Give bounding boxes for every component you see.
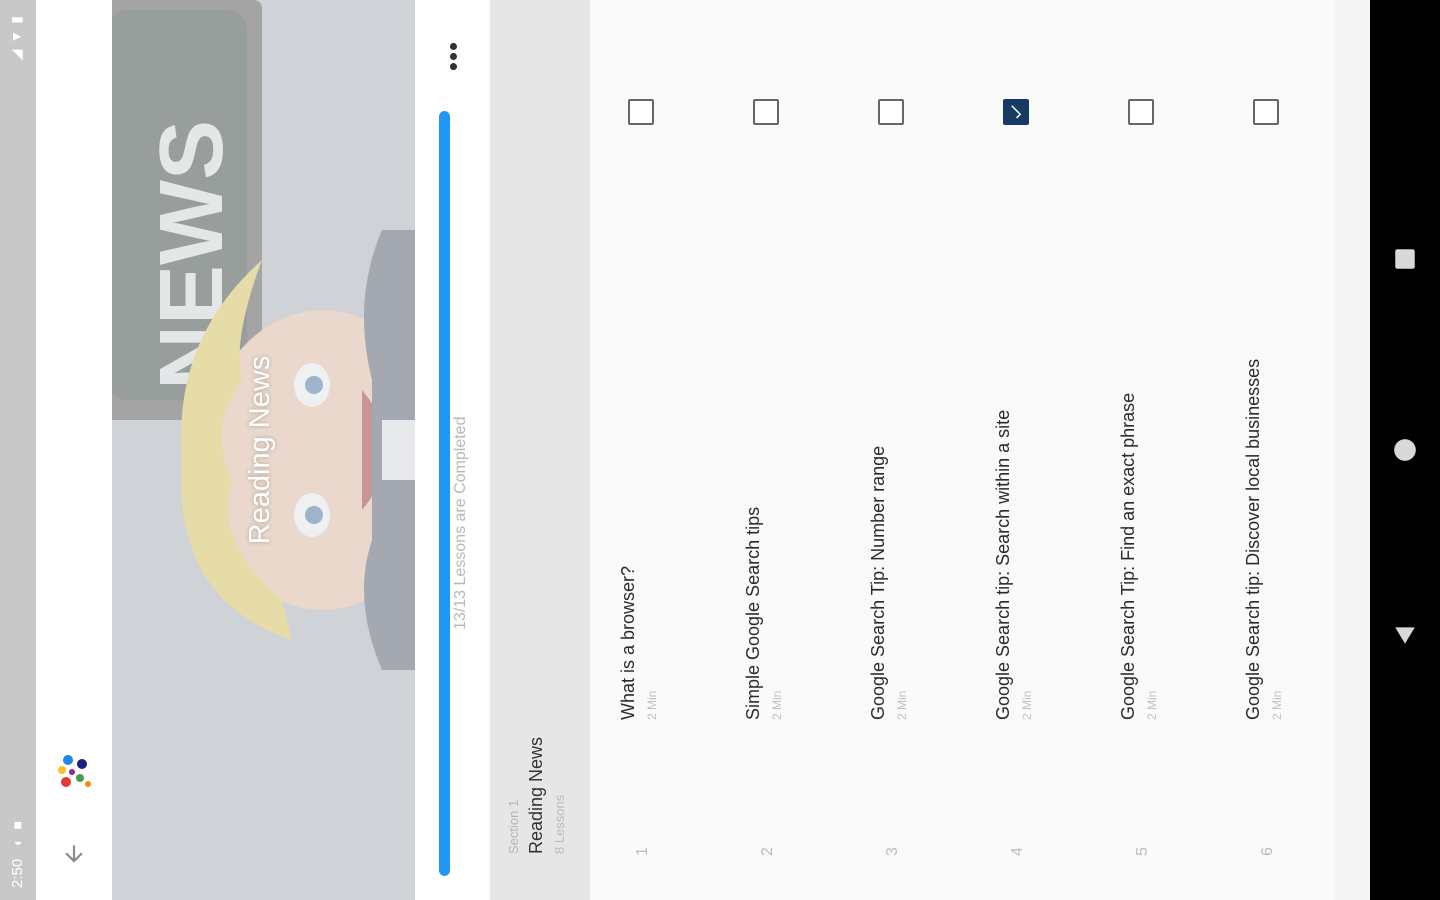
- lesson-row[interactable]: 6 Google Search tip: Discover local busi…: [1215, 0, 1341, 900]
- lesson-title: Simple Google Search tips: [743, 506, 763, 720]
- nav-back-button[interactable]: [1390, 620, 1420, 650]
- more-options-button[interactable]: •••: [435, 38, 471, 74]
- lesson-checkbox[interactable]: [1128, 99, 1154, 125]
- screen: 2:50 ◐■ ◢▼▮ Reading News 13/13 Lessons a…: [0, 0, 1440, 900]
- lesson-row[interactable]: 1 What is a browser? 2 Min: [590, 0, 716, 900]
- lesson-title: Google Search tip: Search within a site: [993, 409, 1013, 720]
- lesson-row[interactable]: 5 Google Search Tip: Find an exact phras…: [1090, 0, 1216, 900]
- lesson-title: Google Search tip: Discover local busine…: [1243, 358, 1263, 720]
- status-time: 2:50: [9, 858, 26, 888]
- app-bar: [36, 0, 112, 900]
- status-system-icons: ◢▼▮: [8, 10, 25, 60]
- lesson-duration: 2 Min: [645, 690, 659, 720]
- app-logo: [54, 748, 96, 794]
- lesson-checkbox[interactable]: [878, 99, 904, 125]
- lesson-number: 3: [884, 847, 901, 856]
- lesson-number: 5: [1134, 847, 1151, 856]
- lesson-row[interactable]: 2 Simple Google Search tips 2 Min: [715, 0, 841, 900]
- system-nav-bar: [1370, 0, 1440, 900]
- lesson-duration: 2 Min: [1020, 690, 1034, 720]
- signal-icon: ◢: [8, 43, 24, 61]
- lesson-duration: 2 Min: [895, 690, 909, 720]
- lesson-duration: 2 Min: [1145, 690, 1159, 720]
- wifi-icon: ▼: [8, 23, 24, 44]
- rotated-content: 2:50 ◐■ ◢▼▮ Reading News 13/13 Lessons a…: [0, 0, 1440, 900]
- lesson-duration: 2 Min: [1270, 690, 1284, 720]
- progress-bar: [439, 111, 450, 876]
- arrow-back-icon: [65, 845, 83, 863]
- lesson-row[interactable]: 4 Google Search tip: Search within a sit…: [965, 0, 1091, 900]
- section-lesson-count: 8 Lessons: [552, 794, 567, 854]
- lesson-number: 1: [634, 847, 651, 856]
- hero-title: Reading News: [244, 355, 276, 545]
- section-header[interactable]: Section 1 Reading News 8 Lessons: [490, 0, 590, 900]
- list-end-spacer: [1335, 0, 1369, 900]
- recents-square-icon: [1395, 249, 1415, 269]
- progress-fill: [439, 111, 450, 876]
- section-label: Section 1: [506, 799, 521, 854]
- lesson-list: 1 What is a browser? 2 Min 2 Simple Goog…: [590, 0, 1341, 900]
- hero-banner: NEWS Reading News: [112, 0, 415, 900]
- more-horizontal-icon: •••: [437, 40, 468, 72]
- sync-icon: ◐: [9, 829, 25, 846]
- status-bar: 2:50 ◐■ ◢▼▮: [0, 0, 36, 900]
- home-circle-icon: [1394, 439, 1416, 461]
- sd-card-icon: ■: [9, 813, 25, 830]
- lesson-number: 4: [1009, 847, 1026, 856]
- lesson-number: 2: [759, 847, 776, 856]
- lesson-title: Google Search Tip: Number range: [868, 445, 888, 720]
- checkmark-icon: [1011, 105, 1022, 119]
- nav-home-button[interactable]: [1390, 435, 1420, 465]
- lesson-row[interactable]: 3 Google Search Tip: Number range 2 Min: [840, 0, 966, 900]
- lesson-number: 6: [1259, 847, 1276, 856]
- lesson-checkbox[interactable]: [753, 99, 779, 125]
- lesson-duration: 2 Min: [770, 690, 784, 720]
- progress-area: 13/13 Lessons are Completed •••: [415, 0, 490, 900]
- progress-text: 13/13 Lessons are Completed: [452, 416, 469, 630]
- lesson-title: Google Search Tip: Find an exact phrase: [1118, 392, 1138, 720]
- lesson-title: What is a browser?: [618, 565, 638, 720]
- lesson-checkbox[interactable]: [1003, 99, 1029, 125]
- status-notification-icons: ◐■: [9, 813, 25, 846]
- back-button[interactable]: [54, 834, 94, 874]
- lesson-checkbox[interactable]: [1253, 99, 1279, 125]
- section-title: Reading News: [526, 736, 546, 854]
- battery-icon: ▮: [8, 10, 24, 24]
- nav-recents-button[interactable]: [1390, 244, 1420, 274]
- lesson-checkbox[interactable]: [628, 99, 654, 125]
- back-triangle-icon: [1395, 627, 1415, 644]
